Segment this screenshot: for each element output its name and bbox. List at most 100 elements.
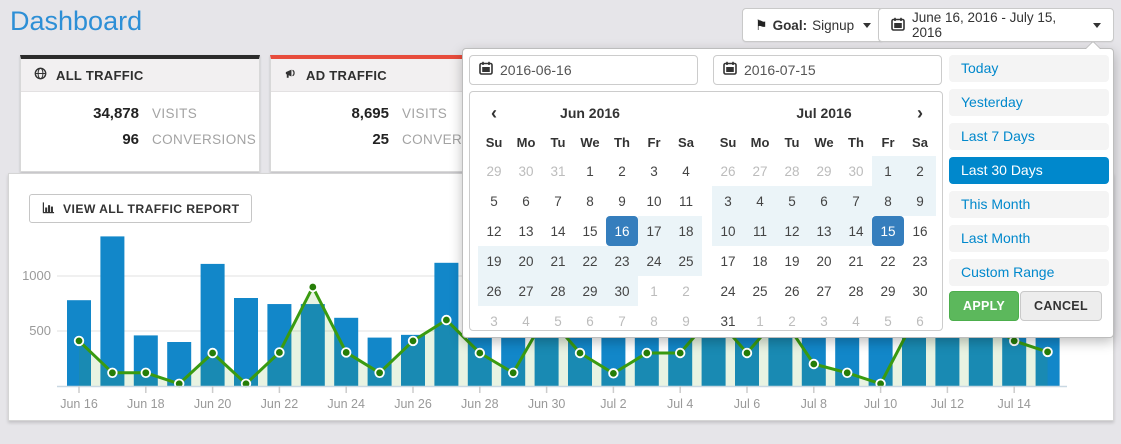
day-cell[interactable]: 13	[808, 216, 840, 246]
preset-custom-range[interactable]: Custom Range	[949, 259, 1109, 286]
day-cell[interactable]: 7	[542, 186, 574, 216]
day-cell[interactable]: 19	[776, 246, 808, 276]
day-cell[interactable]: 15	[574, 216, 606, 246]
day-cell[interactable]: 9	[606, 186, 638, 216]
day-cell[interactable]: 1	[638, 276, 670, 306]
day-cell[interactable]: 29	[478, 156, 510, 186]
date-range-button[interactable]: June 16, 2016 - July 15, 2016	[878, 8, 1114, 42]
day-cell[interactable]: 1	[574, 156, 606, 186]
day-cell[interactable]: 4	[670, 156, 702, 186]
day-cell[interactable]: 29	[574, 276, 606, 306]
day-cell[interactable]: 26	[776, 276, 808, 306]
day-cell[interactable]: 11	[670, 186, 702, 216]
day-cell[interactable]: 23	[606, 246, 638, 276]
day-cell[interactable]: 30	[840, 156, 872, 186]
prev-month-button[interactable]: ‹	[478, 97, 510, 129]
day-cell[interactable]: 9	[904, 186, 936, 216]
end-date-input[interactable]	[744, 62, 919, 78]
day-cell[interactable]: 27	[808, 276, 840, 306]
day-cell[interactable]: 8	[574, 186, 606, 216]
day-cell[interactable]: 16	[904, 216, 936, 246]
day-cell[interactable]: 24	[638, 246, 670, 276]
day-cell[interactable]: 21	[542, 246, 574, 276]
next-month-button[interactable]: ›	[904, 97, 936, 129]
view-all-traffic-report-button[interactable]: VIEW ALL TRAFFIC REPORT	[29, 194, 252, 223]
day-cell[interactable]: 27	[744, 156, 776, 186]
day-cell[interactable]: 10	[712, 216, 744, 246]
day-cell[interactable]: 6	[904, 306, 936, 336]
day-cell[interactable]: 20	[510, 246, 542, 276]
day-cell[interactable]: 19	[478, 246, 510, 276]
day-cell[interactable]: 31	[542, 156, 574, 186]
day-cell[interactable]: 1	[872, 156, 904, 186]
day-cell[interactable]: 8	[872, 186, 904, 216]
goal-dropdown-button[interactable]: ⚑ Goal: Signup	[742, 8, 884, 42]
day-cell[interactable]: 14	[840, 216, 872, 246]
day-cell[interactable]: 3	[712, 186, 744, 216]
day-cell[interactable]: 28	[776, 156, 808, 186]
day-cell[interactable]: 2	[606, 156, 638, 186]
day-cell[interactable]: 4	[510, 306, 542, 336]
day-cell[interactable]: 26	[712, 156, 744, 186]
day-cell[interactable]: 6	[574, 306, 606, 336]
day-cell[interactable]: 20	[808, 246, 840, 276]
day-cell[interactable]: 4	[840, 306, 872, 336]
day-cell[interactable]: 18	[670, 216, 702, 246]
day-cell[interactable]: 23	[904, 246, 936, 276]
day-cell[interactable]: 10	[638, 186, 670, 216]
day-cell[interactable]: 7	[606, 306, 638, 336]
day-cell[interactable]: 6	[510, 186, 542, 216]
day-cell[interactable]: 13	[510, 216, 542, 246]
day-cell[interactable]: 25	[744, 276, 776, 306]
day-cell[interactable]: 7	[840, 186, 872, 216]
day-cell[interactable]: 30	[606, 276, 638, 306]
preset-last-month[interactable]: Last Month	[949, 225, 1109, 252]
day-cell[interactable]: 17	[638, 216, 670, 246]
day-cell[interactable]: 5	[776, 186, 808, 216]
day-cell[interactable]: 12	[776, 216, 808, 246]
day-cell[interactable]: 28	[542, 276, 574, 306]
day-cell[interactable]: 9	[670, 306, 702, 336]
day-cell[interactable]: 22	[574, 246, 606, 276]
preset-last-30-days[interactable]: Last 30 Days	[949, 157, 1109, 184]
day-cell[interactable]: 18	[744, 246, 776, 276]
day-cell[interactable]: 1	[744, 306, 776, 336]
day-cell[interactable]: 12	[478, 216, 510, 246]
day-cell[interactable]: 27	[510, 276, 542, 306]
day-cell[interactable]: 2	[776, 306, 808, 336]
day-cell[interactable]: 26	[478, 276, 510, 306]
cancel-button[interactable]: CANCEL	[1020, 291, 1102, 321]
day-cell[interactable]: 28	[840, 276, 872, 306]
day-cell[interactable]: 3	[808, 306, 840, 336]
day-cell[interactable]: 3	[478, 306, 510, 336]
day-cell[interactable]: 3	[638, 156, 670, 186]
day-cell[interactable]: 30	[904, 276, 936, 306]
preset-today[interactable]: Today	[949, 55, 1109, 82]
day-cell[interactable]: 2	[904, 156, 936, 186]
preset-last-7-days[interactable]: Last 7 Days	[949, 123, 1109, 150]
day-cell[interactable]: 17	[712, 246, 744, 276]
day-cell[interactable]: 5	[542, 306, 574, 336]
day-cell[interactable]: 16	[606, 216, 638, 246]
day-cell[interactable]: 30	[510, 156, 542, 186]
day-cell[interactable]: 21	[840, 246, 872, 276]
day-cell[interactable]: 8	[638, 306, 670, 336]
start-date-input[interactable]	[500, 62, 675, 78]
preset-yesterday[interactable]: Yesterday	[949, 89, 1109, 116]
day-cell[interactable]: 14	[542, 216, 574, 246]
day-cell[interactable]: 2	[670, 276, 702, 306]
preset-this-month[interactable]: This Month	[949, 191, 1109, 218]
day-cell[interactable]: 4	[744, 186, 776, 216]
day-cell[interactable]: 15	[872, 216, 904, 246]
day-cell[interactable]: 25	[670, 246, 702, 276]
day-cell[interactable]: 5	[478, 186, 510, 216]
day-cell[interactable]: 22	[872, 246, 904, 276]
day-cell[interactable]: 11	[744, 216, 776, 246]
day-cell[interactable]: 24	[712, 276, 744, 306]
day-cell[interactable]: 5	[872, 306, 904, 336]
day-cell[interactable]: 31	[712, 306, 744, 336]
apply-button[interactable]: APPLY	[949, 291, 1019, 321]
day-cell[interactable]: 6	[808, 186, 840, 216]
day-cell[interactable]: 29	[872, 276, 904, 306]
day-cell[interactable]: 29	[808, 156, 840, 186]
